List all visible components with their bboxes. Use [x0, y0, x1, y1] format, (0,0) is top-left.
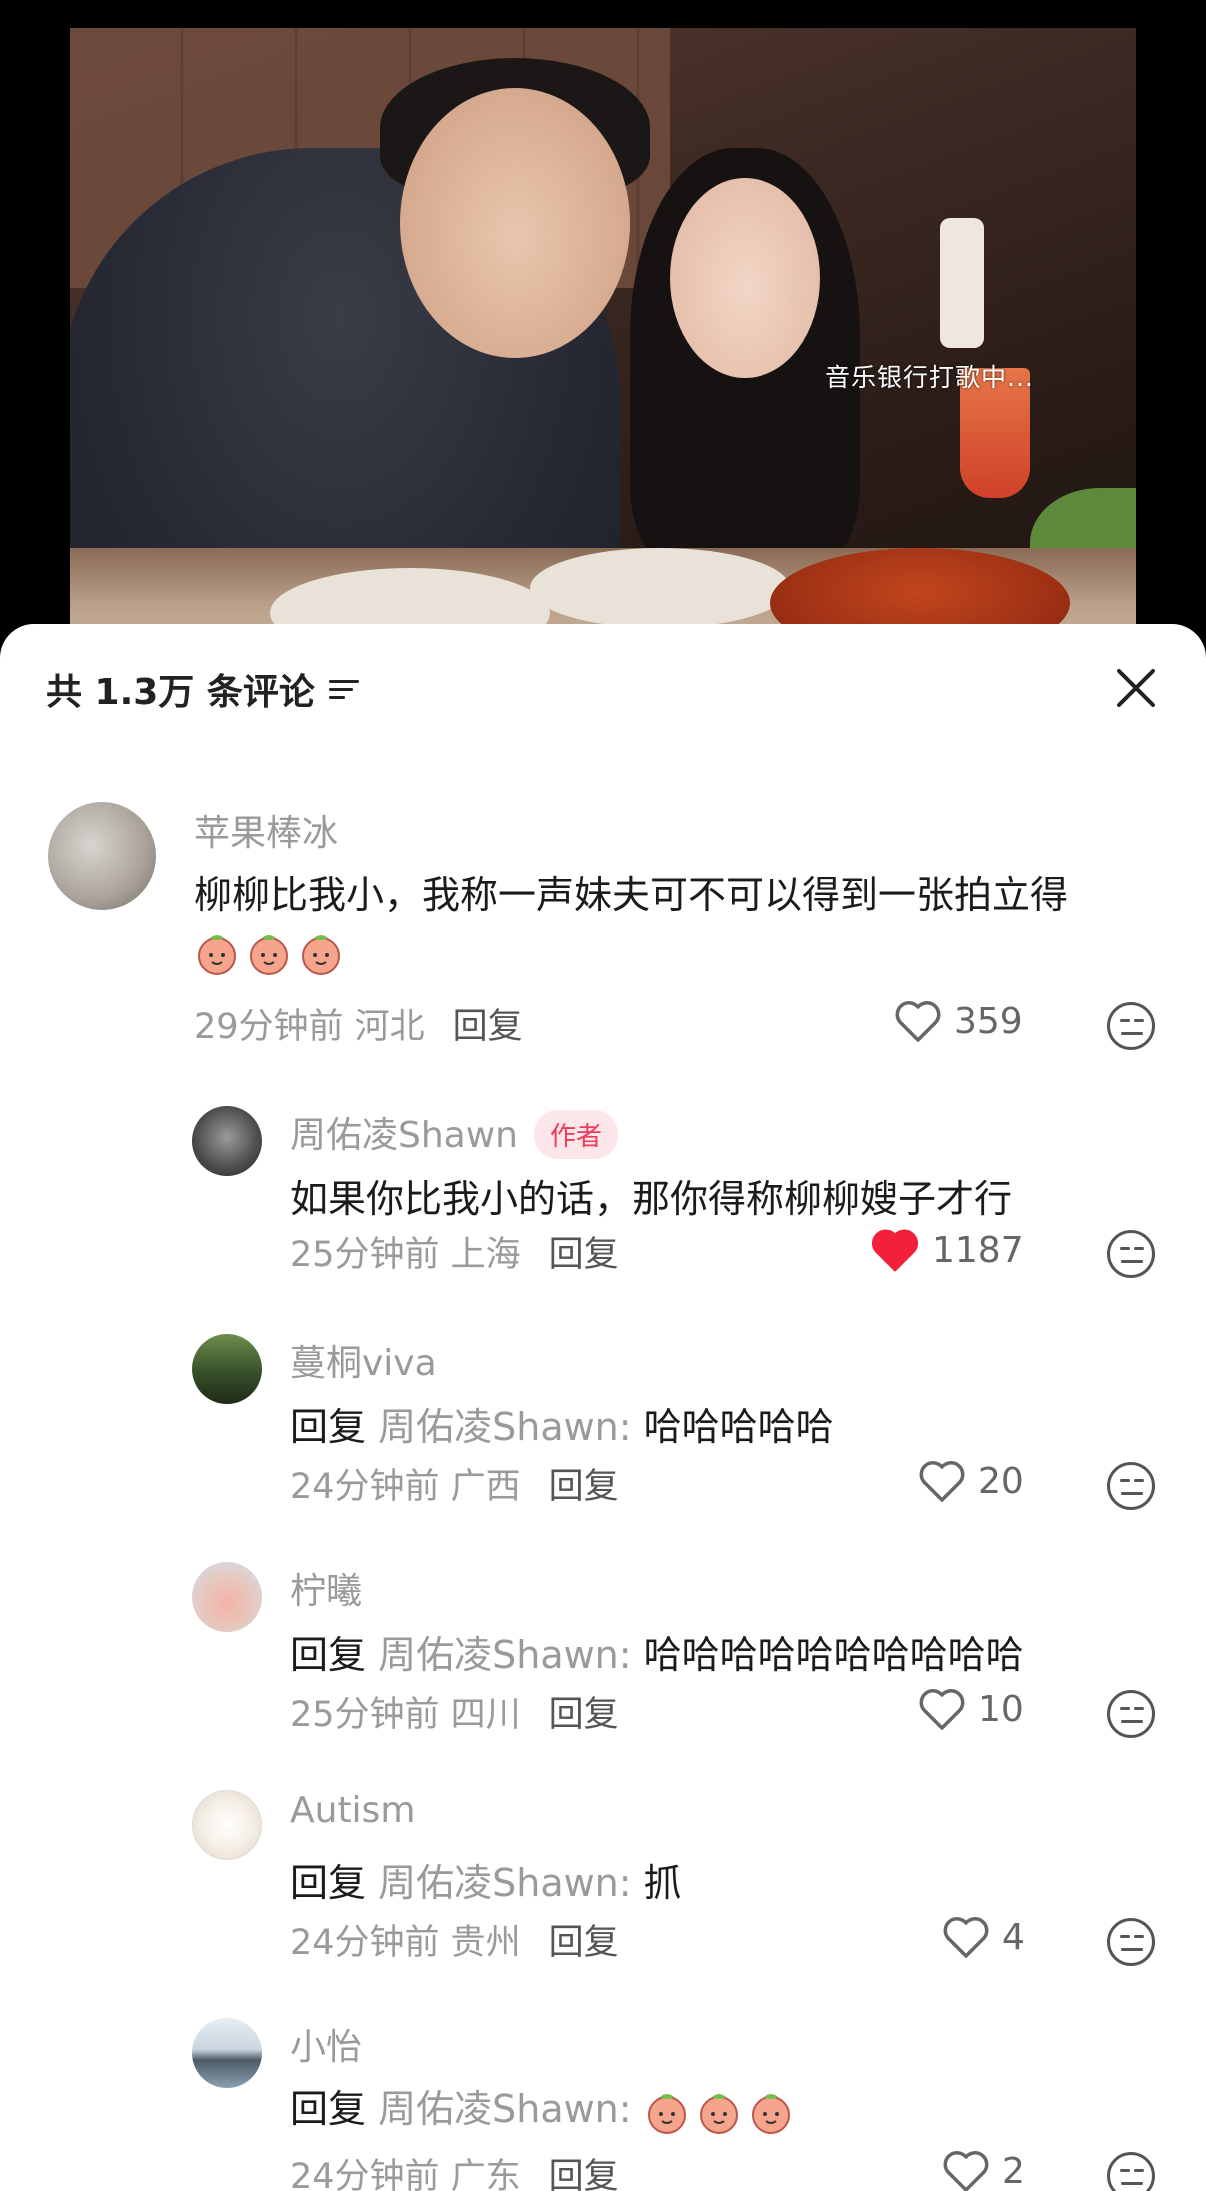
reply-button[interactable]: 回复 [549, 2157, 619, 2191]
video-plate [530, 548, 790, 628]
comment-text: 柳柳比我小，我称一声妹夫可不可以得到一张拍立得 [194, 873, 1069, 917]
author-badge: 作者 [534, 1109, 619, 1159]
peach-emoji-icon [748, 2089, 794, 2135]
heart-outline-icon [919, 1461, 965, 1502]
like-button[interactable]: 20 [916, 1458, 1024, 1504]
comment-options-icon[interactable] [1107, 1462, 1155, 1510]
comment-text: 回复 周佑凌Shawn: 抓 [290, 1852, 682, 1907]
heart-outline-icon [943, 2151, 989, 2191]
heart-outline-icon [895, 1001, 941, 1042]
reply-to-username[interactable]: 周佑凌Shawn: [378, 1861, 631, 1905]
peach-emoji-icon [696, 2089, 742, 2135]
comment-username[interactable]: 苹果棒冰 [194, 804, 338, 856]
comment-text: 回复 周佑凌Shawn: [290, 2078, 800, 2135]
comment-text: 如果你比我小的话，那你得称柳柳嫂子才行 [290, 1177, 1013, 1221]
avatar[interactable] [48, 802, 156, 910]
like-count: 20 [978, 1460, 1024, 1502]
like-count: 1187 [932, 1229, 1024, 1271]
comment-username-row: 周佑凌Shawn 作者 [290, 1106, 619, 1162]
comment-meta: 29分钟前 河北 回复 [194, 998, 523, 1049]
reply-prefix: 回复 [290, 1405, 367, 1449]
comment-meta: 24分钟前 广东 回复 [290, 2148, 619, 2191]
comment-time-location: 24分钟前 广东 [290, 2157, 521, 2191]
video-person-man-face [400, 88, 630, 358]
comment-text: 回复 周佑凌Shawn: 哈哈哈哈哈哈哈哈哈哈 [290, 1624, 1024, 1679]
comment-time-location: 25分钟前 四川 [290, 1695, 521, 1735]
comment-meta: 24分钟前 贵州 回复 [290, 1914, 619, 1965]
comment-time-location: 24分钟前 广西 [290, 1467, 521, 1507]
heart-outline-icon [919, 1689, 965, 1730]
avatar[interactable] [192, 1562, 262, 1632]
video-bottle [940, 218, 984, 348]
comment-time-location: 29分钟前 河北 [194, 1007, 425, 1047]
video-caption: 音乐银行打歌中... [825, 363, 1034, 392]
comment-emoji-row [194, 928, 350, 976]
comment-body: 抓 [631, 1861, 682, 1905]
comment-username[interactable]: 周佑凌Shawn [290, 1115, 518, 1156]
reply-button[interactable]: 回复 [549, 1467, 619, 1507]
comment-body: 哈哈哈哈哈哈哈哈哈哈 [631, 1633, 1024, 1677]
peach-emoji-icon [298, 930, 344, 976]
comment-time-location: 25分钟前 上海 [290, 1235, 521, 1275]
like-button[interactable]: 1187 [868, 1226, 1024, 1274]
like-button[interactable]: 4 [940, 1914, 1025, 1960]
comment-options-icon[interactable] [1107, 1002, 1155, 1050]
like-count: 2 [1002, 2150, 1025, 2191]
avatar[interactable] [192, 1106, 262, 1176]
like-button[interactable]: 359 [892, 998, 1023, 1044]
comment-sheet-header: 共 1.3万 条评论 [46, 664, 361, 714]
reply-to-username[interactable]: 周佑凌Shawn: [378, 1633, 631, 1677]
reply-to-username[interactable]: 周佑凌Shawn: [378, 2087, 631, 2131]
reply-button[interactable]: 回复 [549, 1923, 619, 1963]
heart-filled-icon [871, 1229, 919, 1272]
comment-options-icon[interactable] [1107, 1918, 1155, 1966]
like-count: 4 [1002, 1916, 1025, 1958]
reply-button[interactable]: 回复 [549, 1695, 619, 1735]
reply-prefix: 回复 [290, 1861, 367, 1905]
video-person-woman-face [670, 178, 820, 378]
peach-emoji-icon [246, 930, 292, 976]
peach-emoji-icon [644, 2089, 690, 2135]
comment-username[interactable]: 蔓桐viva [290, 1334, 437, 1386]
comment-meta: 24分钟前 广西 回复 [290, 1458, 619, 1509]
like-count: 359 [954, 1000, 1023, 1042]
like-count: 10 [978, 1688, 1024, 1730]
comment-meta: 25分钟前 四川 回复 [290, 1686, 619, 1737]
comment-meta: 25分钟前 上海 回复 [290, 1226, 619, 1277]
comment-sheet: 共 1.3万 条评论 苹果棒冰 柳柳比我小，我称一声妹夫可不可以得到一张拍立得 … [0, 624, 1206, 2191]
reply-button[interactable]: 回复 [549, 1235, 619, 1275]
like-button[interactable]: 2 [940, 2148, 1025, 2191]
comment-username[interactable]: Autism [290, 1790, 415, 1831]
comment-options-icon[interactable] [1107, 2152, 1155, 2191]
reply-prefix: 回复 [290, 1633, 367, 1677]
comment-options-icon[interactable] [1107, 1690, 1155, 1738]
close-icon[interactable] [1114, 666, 1158, 710]
peach-emoji-icon [194, 930, 240, 976]
reply-to-username[interactable]: 周佑凌Shawn: [378, 1405, 631, 1449]
comment-username[interactable]: 小怡 [290, 2018, 362, 2070]
reply-prefix: 回复 [290, 2087, 367, 2131]
comment-options-icon[interactable] [1107, 1230, 1155, 1278]
comment-time-location: 24分钟前 贵州 [290, 1923, 521, 1963]
comment-count: 共 1.3万 条评论 [46, 672, 315, 713]
comment-username[interactable]: 柠曦 [290, 1562, 362, 1614]
like-button[interactable]: 10 [916, 1686, 1024, 1732]
video-player[interactable]: 音乐银行打歌中... [70, 28, 1136, 678]
avatar[interactable] [192, 1334, 262, 1404]
avatar[interactable] [192, 2018, 262, 2088]
comment-text: 回复 周佑凌Shawn: 哈哈哈哈哈 [290, 1396, 834, 1451]
reply-button[interactable]: 回复 [453, 1007, 523, 1047]
heart-outline-icon [943, 1917, 989, 1958]
comment-body: 哈哈哈哈哈 [631, 1405, 834, 1449]
avatar[interactable] [192, 1790, 262, 1860]
sort-filter-icon[interactable] [328, 676, 361, 702]
